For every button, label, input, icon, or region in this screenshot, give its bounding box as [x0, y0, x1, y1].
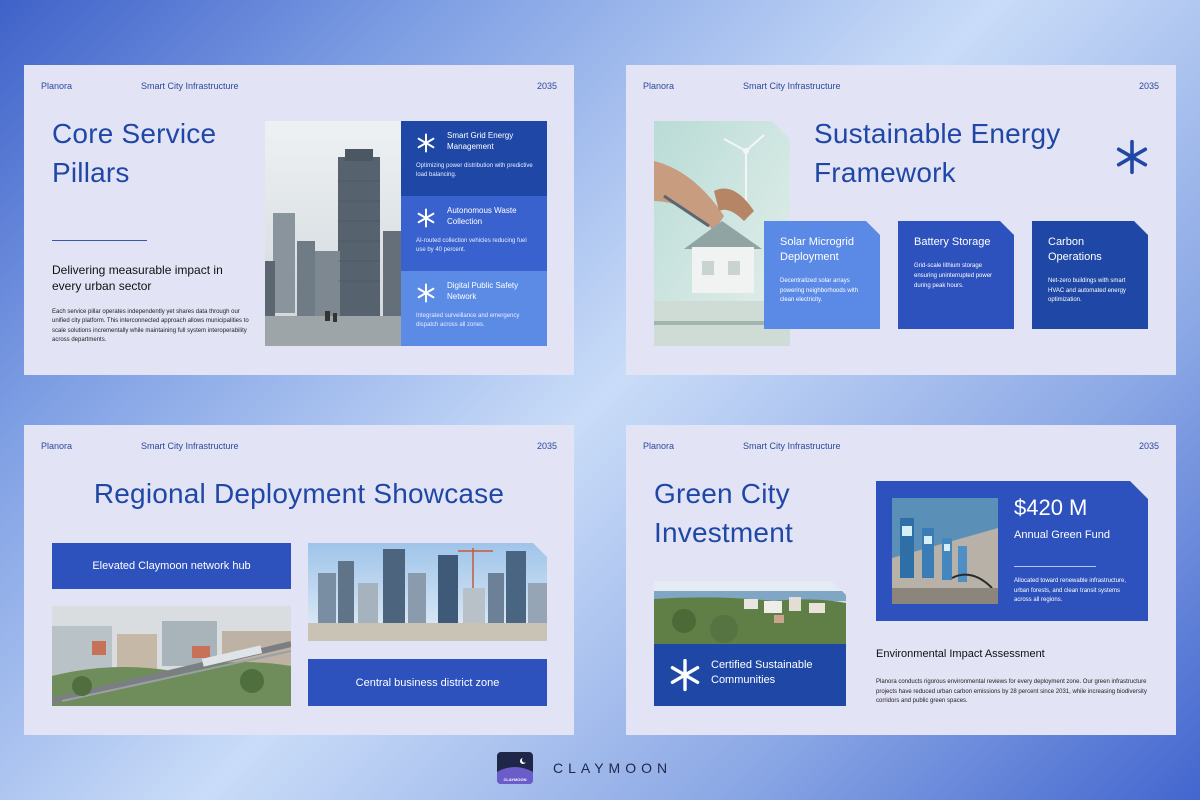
rail-district-photo	[52, 606, 291, 706]
pillar-card: Digital Public Safety Network Integrated…	[401, 271, 547, 346]
pillar-desc: Integrated surveillance and emergency di…	[416, 312, 520, 329]
pillar-title: Digital Public Safety Network	[447, 281, 519, 301]
pillar-desc: AI-routed collection vehicles reducing f…	[416, 237, 527, 254]
green-fund-panel: $420 M Annual Green Fund Allocated towar…	[876, 481, 1148, 621]
subheading: Delivering measurable impact in every ur…	[52, 263, 223, 293]
city-skyline-photo	[265, 121, 402, 346]
environmental-body: Planora conducts rigorous environmental …	[876, 679, 1147, 705]
slide-topic: Smart City Infrastructure	[743, 81, 841, 91]
slide-topic: Smart City Infrastructure	[141, 441, 239, 451]
coastal-city-photo	[654, 581, 846, 644]
slide-title: Regional Deployment Showcase	[93, 478, 505, 509]
energy-card: Carbon Operations Net-zero buildings wit…	[1032, 221, 1148, 329]
slide-topic: Smart City Infrastructure	[141, 81, 239, 91]
card-title: Battery Storage	[914, 236, 991, 248]
card-desc: Net-zero buildings with smart HVAC and a…	[1048, 277, 1126, 304]
energy-card: Solar Microgrid Deployment Decentralized…	[764, 221, 880, 329]
asterisk-icon	[1114, 139, 1150, 175]
slide-brand: Planora	[41, 81, 73, 91]
body-text: Each service pillar operates independent…	[52, 309, 249, 343]
slide-brand: Planora	[41, 441, 73, 451]
cbd-skyline-photo	[308, 543, 547, 641]
slide-year: 2035	[536, 81, 557, 91]
fund-amount: $420 M	[1014, 495, 1088, 520]
divider	[52, 240, 147, 241]
service-pillars: Smart Grid Energy Management Optimizing …	[401, 121, 547, 346]
divider	[1014, 566, 1096, 567]
card-title: Carbon Operations	[1048, 236, 1102, 263]
pillar-title: Autonomous Waste Collection	[447, 206, 517, 226]
logo-text: CLAYMOON	[503, 777, 527, 782]
ev-charging-photo	[892, 498, 998, 604]
energy-card: Battery Storage Grid-scale lithium stora…	[898, 221, 1014, 329]
footer-brand: CLAYMOON CLAYMOON	[497, 752, 672, 784]
card-desc: Grid-scale lithium storage ensuring unin…	[914, 262, 993, 289]
hub-label-bar: Elevated Claymoon network hub	[52, 543, 291, 589]
slide-title: Green City Investment	[654, 478, 793, 548]
pillar-card: Autonomous Waste Collection AI-routed co…	[401, 196, 547, 271]
fund-label: Annual Green Fund	[1014, 529, 1111, 541]
slide-green-city-investment: Planora Smart City Infrastructure 2035 G…	[626, 425, 1176, 735]
certified-communities-banner: Certified Sustainable Communities	[654, 644, 846, 706]
slide-sustainable-energy: Planora Smart City Infrastructure 2035 S…	[626, 65, 1176, 375]
brand-name: CLAYMOON	[553, 760, 673, 776]
asterisk-icon	[416, 133, 436, 153]
slide-brand: Planora	[643, 441, 675, 451]
slide-year: 2035	[536, 441, 557, 451]
asterisk-icon	[416, 208, 436, 228]
pillar-title: Smart Grid Energy Management	[447, 131, 514, 151]
slide-title: Sustainable Energy Framework	[814, 118, 1061, 188]
pillar-card: Smart Grid Energy Management Optimizing …	[401, 121, 547, 196]
slide-year: 2035	[1138, 81, 1159, 91]
certified-label: Certified Sustainable Communities	[711, 659, 813, 686]
claymoon-logo: CLAYMOON	[497, 752, 533, 784]
slide-brand: Planora	[643, 81, 675, 91]
asterisk-icon	[416, 283, 436, 303]
slide-year: 2035	[1138, 441, 1159, 451]
slide-core-service-pillars: Planora Smart City Infrastructure 2035 C…	[24, 65, 574, 375]
slide-title: Core Service Pillars	[52, 118, 217, 188]
asterisk-icon	[668, 658, 702, 692]
environmental-heading: Environmental Impact Assessment	[876, 648, 1045, 660]
fund-desc: Allocated toward renewable infrastructur…	[1014, 578, 1127, 604]
slide-topic: Smart City Infrastructure	[743, 441, 841, 451]
card-title: Solar Microgrid Deployment	[780, 236, 854, 263]
slide-regional-deployment: Planora Smart City Infrastructure 2035 R…	[24, 425, 574, 735]
pillar-desc: Optimizing power distribution with predi…	[416, 162, 533, 179]
cbd-label-bar: Central business district zone	[308, 659, 547, 706]
card-desc: Decentralized solar arrays powering neig…	[780, 277, 859, 304]
